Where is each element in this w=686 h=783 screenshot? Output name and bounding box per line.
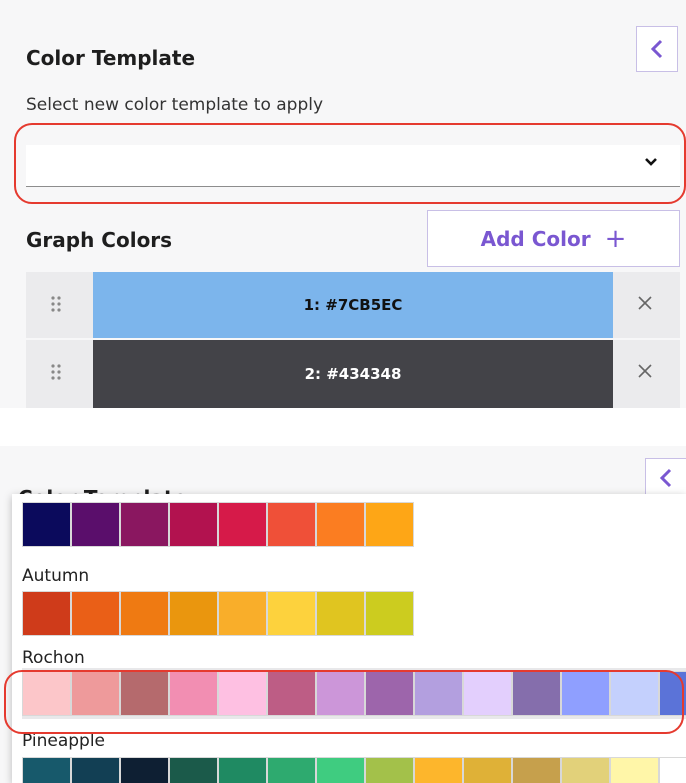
palette-color-cell <box>169 591 218 636</box>
palette-color-cell <box>316 591 365 636</box>
palette-color-cell <box>365 591 414 636</box>
palette-color-cell <box>414 757 463 783</box>
palette-color-cell <box>561 757 610 783</box>
palette-color-cell <box>71 757 120 783</box>
color-swatch[interactable]: 1: #7CB5EC <box>93 272 613 338</box>
add-color-label: Add Color <box>480 226 591 251</box>
palette-color-cell <box>218 591 267 636</box>
palette-color-cell <box>512 757 561 783</box>
graph-color-row: 2: #434348 <box>26 340 680 408</box>
palette-color-cell <box>22 591 71 636</box>
palette-swatches[interactable] <box>22 502 414 547</box>
palette-color-cell <box>169 502 218 547</box>
palette-color-cell <box>120 757 169 783</box>
close-icon[interactable] <box>636 362 654 380</box>
chevron-left-icon <box>659 468 672 488</box>
color-settings-panel: Color Template Select new color template… <box>0 0 686 408</box>
chevron-left-icon <box>650 39 663 59</box>
palette-color-cell <box>120 502 169 547</box>
palette-color-cell <box>316 757 365 783</box>
color-swatch[interactable]: 2: #434348 <box>93 340 613 408</box>
template-options-list[interactable]: Autumn Rochon Pineapple <box>12 494 686 783</box>
palette-color-cell <box>71 591 120 636</box>
color-template-select[interactable] <box>26 145 680 187</box>
palette-color-cell <box>463 757 512 783</box>
palette-color-cell <box>120 591 169 636</box>
collapse-panel-button[interactable] <box>645 458 686 498</box>
palette-color-cell <box>610 757 659 783</box>
drag-handle-icon[interactable] <box>50 363 62 381</box>
palette-color-cell <box>218 502 267 547</box>
plus-icon: + <box>604 223 627 254</box>
palette-name-rochon[interactable]: Rochon <box>22 648 85 668</box>
panel-title: Color Template <box>26 46 196 70</box>
palette-color-cell <box>267 591 316 636</box>
graph-colors-title: Graph Colors <box>26 228 173 252</box>
palette-swatches[interactable] <box>22 591 414 636</box>
drag-handle-icon[interactable] <box>50 295 62 313</box>
collapse-panel-button[interactable] <box>636 26 678 72</box>
palette-color-cell <box>218 757 267 783</box>
highlight-annotation <box>4 670 684 734</box>
palette-color-cell <box>659 757 686 783</box>
palette-color-cell <box>365 502 414 547</box>
palette-color-cell <box>22 502 71 547</box>
palette-color-cell <box>267 502 316 547</box>
palette-color-cell <box>365 757 414 783</box>
panel-subtitle: Select new color template to apply <box>26 95 324 115</box>
add-color-button[interactable]: Add Color + <box>427 210 680 267</box>
palette-name-autumn[interactable]: Autumn <box>22 566 89 586</box>
close-icon[interactable] <box>636 294 654 312</box>
chevron-down-icon <box>645 158 657 166</box>
palette-color-cell <box>267 757 316 783</box>
graph-color-row: 1: #7CB5EC <box>26 272 680 338</box>
palette-color-cell <box>169 757 218 783</box>
palette-name-pineapple[interactable]: Pineapple <box>22 731 105 751</box>
palette-color-cell <box>22 757 71 783</box>
color-template-dropdown-panel: Color Template AutumnRochonPineapple <box>0 446 686 783</box>
palette-color-cell <box>316 502 365 547</box>
palette-color-cell <box>71 502 120 547</box>
palette-swatches[interactable] <box>22 757 686 783</box>
